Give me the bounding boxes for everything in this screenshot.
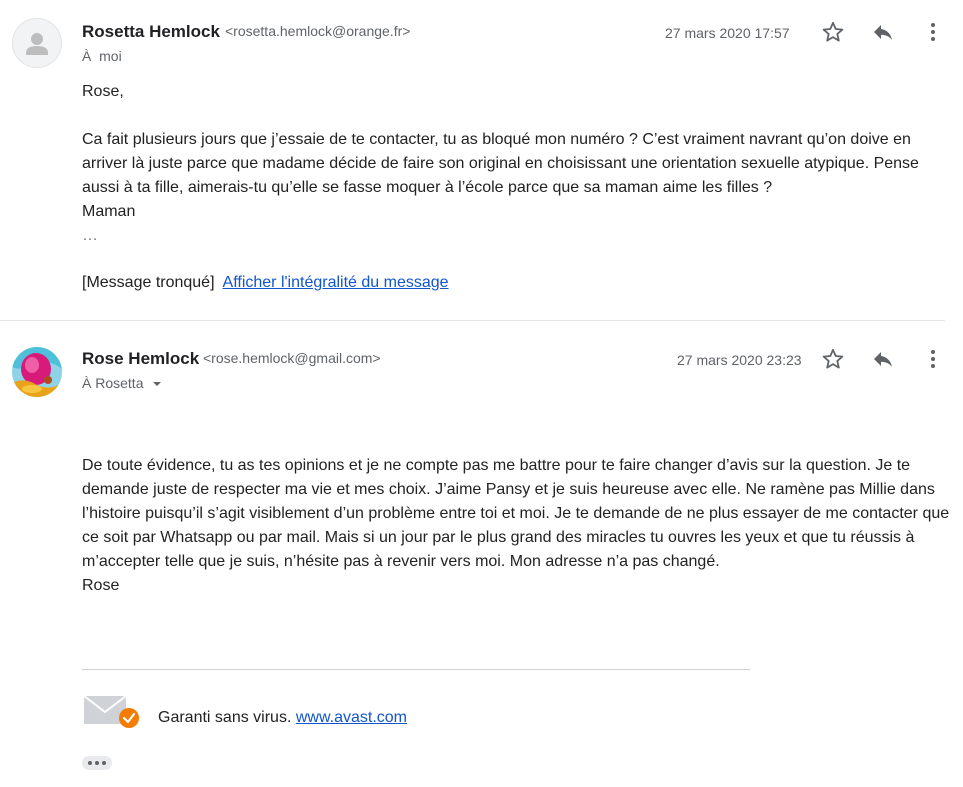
- sender-email: <rosetta.hemlock@orange.fr>: [225, 23, 411, 39]
- sender-avatar[interactable]: [12, 18, 62, 68]
- message-date: 27 mars 2020 23:23: [677, 352, 802, 368]
- reply-icon: [874, 25, 892, 40]
- dot: [102, 761, 106, 765]
- avast-link[interactable]: www.avast.com: [296, 709, 407, 726]
- signature-separator: [82, 669, 750, 670]
- avatar-photo: [12, 347, 62, 397]
- recipient-value: moi: [99, 48, 122, 64]
- star-button[interactable]: [819, 18, 847, 46]
- reply-button[interactable]: [869, 345, 897, 373]
- message-date: 27 mars 2020 17:57: [665, 25, 790, 41]
- sign-off: Rose: [82, 577, 120, 594]
- message-body: De toute évidence, tu as tes opinions et…: [82, 454, 950, 598]
- person-icon: [26, 33, 48, 55]
- check-badge-icon: [119, 708, 139, 728]
- sender-email: <rose.hemlock@gmail.com>: [203, 350, 381, 366]
- recipient-line[interactable]: À Rosetta: [82, 375, 163, 391]
- recipient-prefix: À: [82, 48, 92, 64]
- avast-signature: Garanti sans virus. www.avast.com: [82, 692, 582, 732]
- star-icon: [822, 348, 844, 369]
- message-rose: Rose Hemlock <rose.hemlock@gmail.com> À …: [0, 321, 963, 787]
- sender-avatar[interactable]: [12, 347, 62, 397]
- sender-name: Rosetta Hemlock: [82, 22, 220, 41]
- more-options-button[interactable]: [919, 345, 947, 373]
- reply-button[interactable]: [869, 18, 897, 46]
- recipient-line: À moi: [82, 48, 122, 64]
- signature-text-line: Garanti sans virus. www.avast.com: [158, 706, 407, 730]
- sender-name: Rose Hemlock: [82, 349, 200, 368]
- dot: [88, 761, 92, 765]
- message-rosetta: Rosetta Hemlock <rosetta.hemlock@orange.…: [0, 0, 963, 320]
- more-vert-icon: [931, 23, 935, 41]
- ellipsis: …: [82, 227, 98, 244]
- dot: [95, 761, 99, 765]
- mail-icon: [83, 695, 139, 728]
- signature-text: Garanti sans virus.: [158, 709, 292, 726]
- show-full-message-link[interactable]: Afficher l'intégralité du message: [223, 274, 449, 291]
- truncated-label: [Message tronqué]: [82, 274, 215, 291]
- greeting: Rose,: [82, 83, 124, 100]
- more-vert-icon: [931, 350, 935, 368]
- caret-down-icon: [153, 382, 162, 387]
- reply-icon: [874, 352, 892, 367]
- more-options-button[interactable]: [919, 18, 947, 46]
- star-icon: [822, 21, 844, 42]
- star-button[interactable]: [819, 345, 847, 373]
- truncated-notice: [Message tronqué] Afficher l'intégralité…: [82, 271, 782, 295]
- recipient-value: À Rosetta: [82, 375, 144, 391]
- message-body: Rose, Ca fait plusieurs jours que j’essa…: [82, 80, 952, 248]
- show-trimmed-content-button[interactable]: [82, 756, 112, 770]
- paragraph: De toute évidence, tu as tes opinions et…: [82, 457, 950, 570]
- paragraph: Ca fait plusieurs jours que j’essaie de …: [82, 131, 919, 196]
- sign-off: Maman: [82, 203, 136, 220]
